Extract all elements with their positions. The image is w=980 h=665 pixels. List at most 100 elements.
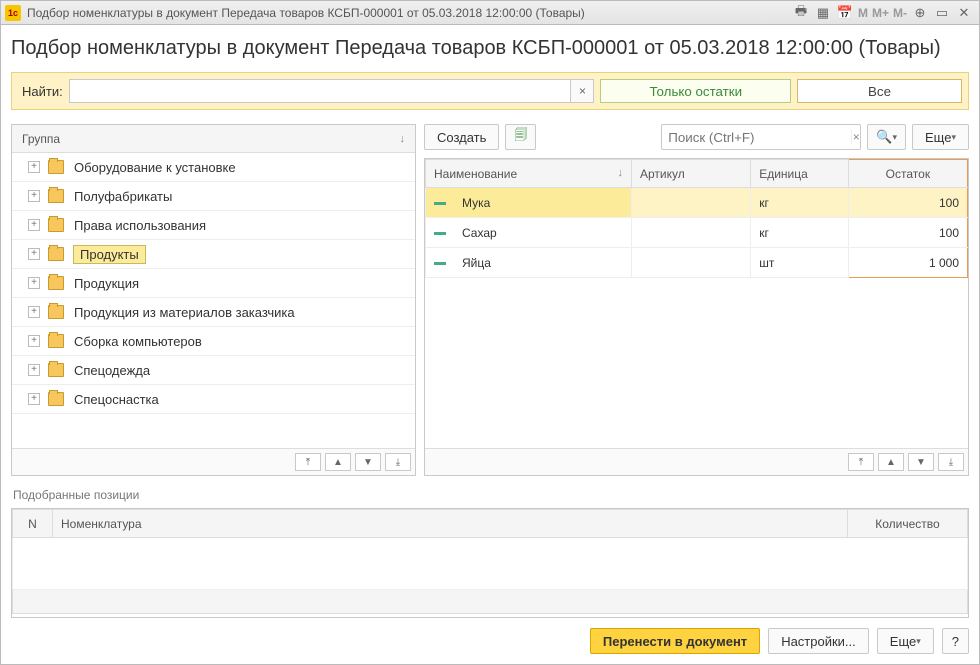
items-panel: Наименование ↓ Артикул Единица Остаток М…: [424, 158, 969, 476]
expand-icon[interactable]: +: [28, 190, 40, 202]
window-title: Подбор номенклатуры в документ Передача …: [27, 6, 790, 20]
find-clear-button[interactable]: ×: [570, 79, 594, 103]
tree-item[interactable]: + Права использования: [12, 211, 415, 240]
item-marker-icon: [434, 202, 446, 205]
tree-item[interactable]: + Продукция: [12, 269, 415, 298]
tree-item[interactable]: + Оборудование к установке: [12, 153, 415, 182]
minimize-icon[interactable]: ▭: [931, 4, 953, 22]
folder-icon: [48, 334, 64, 348]
expand-icon[interactable]: +: [28, 335, 40, 347]
find-bar: Найти: × Только остатки Все: [11, 72, 969, 110]
folder-icon: [48, 392, 64, 406]
items-nav-top-icon[interactable]: ⤒: [848, 453, 874, 471]
only-balance-button[interactable]: Только остатки: [600, 79, 791, 103]
tree-item[interactable]: +Сборка компьютеров: [12, 327, 415, 356]
zoom-icon[interactable]: ⊕: [909, 4, 931, 22]
picked-grid: N Номенклатура Количество: [12, 509, 968, 614]
create-button[interactable]: Создать: [424, 124, 499, 150]
item-marker-icon: [434, 262, 446, 265]
tree-item[interactable]: + Полуфабрикаты: [12, 182, 415, 211]
col-name-label: Наименование: [434, 167, 517, 181]
cell-name: Мука: [426, 188, 632, 218]
grid-search-input[interactable]: [662, 126, 851, 148]
nav-top-icon[interactable]: ⤒: [295, 453, 321, 471]
memory-m-button[interactable]: M: [856, 4, 870, 22]
tree-item[interactable]: + Продукция из материалов заказчика: [12, 298, 415, 327]
table-row[interactable]: Яйцашт1 000: [426, 248, 968, 278]
cell-name: Сахар: [426, 218, 632, 248]
expand-icon[interactable]: +: [28, 306, 40, 318]
magnifier-icon: 🔍: [876, 129, 892, 145]
nav-up-icon[interactable]: ▲: [325, 453, 351, 471]
tree-item-label: Полуфабрикаты: [74, 189, 172, 204]
items-nav-up-icon[interactable]: ▲: [878, 453, 904, 471]
folder-icon: [48, 363, 64, 377]
folder-icon: [48, 276, 64, 290]
col-unit[interactable]: Единица: [751, 160, 849, 188]
folder-icon: [48, 218, 64, 232]
tree-item-label: Продукция: [74, 276, 139, 291]
cell-unit: кг: [751, 188, 849, 218]
cell-article: [631, 248, 750, 278]
expand-icon[interactable]: +: [28, 161, 40, 173]
expand-icon[interactable]: +: [28, 393, 40, 405]
app-icon: 1c: [5, 5, 21, 21]
help-button[interactable]: ?: [942, 628, 969, 654]
item-marker-icon: [434, 232, 446, 235]
all-button[interactable]: Все: [797, 79, 962, 103]
col-balance[interactable]: Остаток: [848, 160, 967, 188]
folder-icon: [48, 160, 64, 174]
cell-article: [631, 218, 750, 248]
more-button[interactable]: Еще: [912, 124, 969, 150]
find-input[interactable]: [69, 79, 571, 103]
expand-icon[interactable]: +: [28, 364, 40, 376]
items-nav-down-icon[interactable]: ▼: [908, 453, 934, 471]
cell-balance: 100: [848, 218, 967, 248]
print-icon[interactable]: 🖶: [790, 4, 812, 22]
picked-col-qty[interactable]: Количество: [848, 510, 968, 538]
grid-search-clear-button[interactable]: ×: [851, 130, 860, 144]
picked-section-label: Подобранные позиции: [13, 488, 969, 502]
close-icon[interactable]: ✕: [953, 4, 975, 22]
expand-icon[interactable]: +: [28, 219, 40, 231]
tree-item-label: Права использования: [74, 218, 206, 233]
footer-more-button[interactable]: Еще: [877, 628, 934, 654]
tree-item[interactable]: + Спецодежда: [12, 356, 415, 385]
calendar-icon[interactable]: 📅: [834, 4, 856, 22]
group-header[interactable]: Группа ↓: [12, 125, 415, 153]
tree-item-label: Продукция из материалов заказчика: [74, 305, 295, 320]
table-row[interactable]: Сахаркг100: [426, 218, 968, 248]
folder-icon: [48, 189, 64, 203]
create-copy-button[interactable]: 🗐: [505, 124, 536, 150]
group-tree: +Оборудование к установке+Полуфабрикаты+…: [12, 153, 415, 448]
tree-item[interactable]: +Спецоснастка: [12, 385, 415, 414]
folder-icon: [48, 247, 64, 261]
picked-col-n[interactable]: N: [13, 510, 53, 538]
search-dropdown-button[interactable]: 🔍: [867, 124, 906, 150]
transfer-button[interactable]: Перенести в документ: [590, 628, 760, 654]
table-row[interactable]: Мука кг100: [426, 188, 968, 218]
tree-item[interactable]: + Продукты: [12, 240, 415, 269]
calculator-icon[interactable]: ▦: [812, 4, 834, 22]
grid-search: ×: [661, 124, 861, 150]
memory-mplus-button[interactable]: M+: [870, 4, 891, 22]
cell-name: Яйца: [426, 248, 632, 278]
settings-button[interactable]: Настройки...: [768, 628, 869, 654]
tree-item-label: Оборудование к установке: [74, 160, 236, 175]
tree-item-label: Продукты: [74, 246, 145, 263]
col-article[interactable]: Артикул: [631, 160, 750, 188]
folder-icon: [48, 305, 64, 319]
page-title: Подбор номенклатуры в документ Передача …: [11, 37, 969, 60]
expand-icon[interactable]: +: [28, 248, 40, 260]
picked-col-nomenclature[interactable]: Номенклатура: [53, 510, 848, 538]
nav-bottom-icon[interactable]: ⤓: [385, 453, 411, 471]
cell-balance: 100: [848, 188, 967, 218]
items-panel-footer: ⤒ ▲ ▼ ⤓: [425, 448, 968, 475]
tree-item-label: Спецодежда: [74, 363, 150, 378]
expand-icon[interactable]: +: [28, 277, 40, 289]
col-name[interactable]: Наименование ↓: [426, 160, 632, 188]
sort-indicator-icon: ↓: [617, 167, 623, 179]
memory-mminus-button[interactable]: M-: [891, 4, 909, 22]
nav-down-icon[interactable]: ▼: [355, 453, 381, 471]
items-nav-bottom-icon[interactable]: ⤓: [938, 453, 964, 471]
